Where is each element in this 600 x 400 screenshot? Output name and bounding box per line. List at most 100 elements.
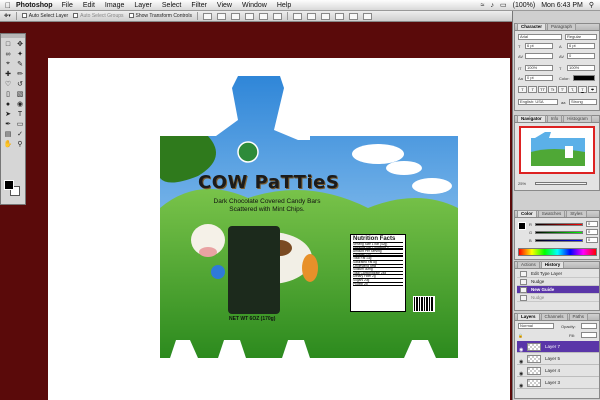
type-tool-icon[interactable]: T	[14, 109, 26, 119]
foreground-color-swatch[interactable]	[4, 180, 14, 190]
spotlight-icon[interactable]: ⚲	[589, 1, 594, 9]
underline-button[interactable]: T	[578, 86, 587, 93]
clone-stamp-tool-icon[interactable]: ♡	[2, 79, 14, 89]
antialias-select[interactable]: Strong	[569, 99, 597, 105]
language-select[interactable]: English: USA	[518, 99, 558, 105]
tab-swatches[interactable]: Swatches	[537, 210, 566, 217]
align-left-button[interactable]	[244, 12, 254, 20]
tab-paragraph[interactable]: Paragraph	[547, 23, 577, 30]
subscript-button[interactable]: T,	[568, 86, 577, 93]
pen-tool-icon[interactable]: ✒	[2, 119, 14, 129]
menu-view[interactable]: View	[217, 2, 232, 9]
opacity-field[interactable]	[581, 323, 597, 329]
distribute-bottom-button[interactable]	[320, 12, 330, 20]
history-item-selected[interactable]: New Guide	[517, 286, 599, 294]
distribute-middle-button[interactable]	[306, 12, 316, 20]
green-slider[interactable]	[535, 231, 583, 234]
move-tool-icon[interactable]: ✥	[14, 39, 26, 49]
align-right-button[interactable]	[272, 12, 282, 20]
magic-wand-tool-icon[interactable]: ✦	[14, 49, 26, 59]
kerning-field[interactable]	[525, 53, 553, 59]
tab-navigator[interactable]: Navigator	[517, 115, 546, 122]
tab-history[interactable]: History	[540, 261, 565, 268]
history-brush-tool-icon[interactable]: ↺	[14, 79, 26, 89]
tab-color[interactable]: Color	[517, 210, 537, 217]
slice-tool-icon[interactable]: ✎	[14, 59, 26, 69]
move-tool-preset-icon[interactable]: ✥▾	[4, 13, 11, 19]
baseline-shift-field[interactable]: 0 pt	[525, 75, 553, 81]
crop-tool-icon[interactable]: ⌖	[2, 59, 14, 69]
leading-field[interactable]: 6 pt	[567, 43, 595, 49]
layer-row[interactable]: ◉ Layer 3	[517, 377, 599, 389]
eyedropper-tool-icon[interactable]: ✓	[14, 129, 26, 139]
layer-row[interactable]: ◉ Layer 4	[517, 365, 599, 377]
layer-row-selected[interactable]: ◉ Layer 7	[517, 341, 599, 353]
menu-help[interactable]: Help	[277, 2, 291, 9]
blue-value-field[interactable]: 0	[586, 237, 598, 243]
faux-bold-button[interactable]: T	[518, 86, 527, 93]
green-value-field[interactable]: 0	[586, 229, 598, 235]
menu-layer[interactable]: Layer	[134, 2, 152, 9]
history-item[interactable]: Nudge	[517, 294, 599, 302]
blend-mode-select[interactable]: Normal	[518, 323, 554, 329]
notes-tool-icon[interactable]: ▤	[2, 129, 14, 139]
clock[interactable]: Mon 6:43 PM	[541, 2, 583, 9]
history-item[interactable]: Nudge	[517, 278, 599, 286]
font-family-select[interactable]: Arial	[518, 34, 562, 40]
shape-tool-icon[interactable]: ▭	[14, 119, 26, 129]
align-center-button[interactable]	[258, 12, 268, 20]
distribute-left-button[interactable]	[334, 12, 344, 20]
menu-select[interactable]: Select	[162, 2, 181, 9]
brush-tool-icon[interactable]: ✏	[14, 69, 26, 79]
small-caps-button[interactable]: Tt	[548, 86, 557, 93]
all-caps-button[interactable]: TT	[538, 86, 547, 93]
distribute-top-button[interactable]	[292, 12, 302, 20]
horizontal-scale-field[interactable]: 100%	[567, 65, 595, 71]
tab-histogram[interactable]: Histogram	[563, 115, 592, 122]
font-size-field[interactable]: 6 pt	[525, 43, 553, 49]
distribute-center-button[interactable]	[348, 12, 358, 20]
menu-filter[interactable]: Filter	[191, 2, 207, 9]
apple-menu-icon[interactable]: 	[0, 1, 16, 10]
menu-window[interactable]: Window	[242, 2, 267, 9]
app-menu[interactable]: Photoshop	[16, 2, 53, 9]
text-color-swatch[interactable]	[573, 75, 595, 81]
superscript-button[interactable]: T'	[558, 86, 567, 93]
dodge-tool-icon[interactable]: ◉	[14, 99, 26, 109]
faux-italic-button[interactable]: T	[528, 86, 537, 93]
align-middle-button[interactable]	[216, 12, 226, 20]
lasso-tool-icon[interactable]: ∞	[2, 49, 14, 59]
blur-tool-icon[interactable]: ●	[2, 99, 14, 109]
zoom-tool-icon[interactable]: ⚲	[14, 139, 26, 149]
align-top-button[interactable]	[202, 12, 212, 20]
tab-character[interactable]: Character	[517, 23, 547, 30]
menu-edit[interactable]: Edit	[83, 2, 95, 9]
align-bottom-button[interactable]	[230, 12, 240, 20]
healing-brush-tool-icon[interactable]: ✚	[2, 69, 14, 79]
tab-styles[interactable]: Styles	[566, 210, 587, 217]
auto-select-layer-checkbox[interactable]: Auto Select Layer	[21, 13, 68, 19]
menu-image[interactable]: Image	[105, 2, 124, 9]
auto-select-groups-checkbox[interactable]: Auto Select Groups	[73, 13, 124, 19]
tab-actions[interactable]: Actions	[517, 261, 540, 268]
strikethrough-button[interactable]: T	[588, 86, 597, 93]
tab-layers[interactable]: Layers	[517, 313, 540, 320]
show-transform-controls-checkbox[interactable]: Show Transform Controls	[128, 13, 192, 19]
blue-slider[interactable]	[535, 239, 583, 242]
wifi-icon[interactable]: ≈	[481, 2, 485, 9]
volume-icon[interactable]: ♪	[491, 2, 495, 9]
font-style-select[interactable]: Regular	[565, 34, 597, 40]
fill-field[interactable]	[581, 332, 597, 338]
battery-icon[interactable]: ▭	[500, 1, 507, 9]
color-panel-foreground[interactable]	[518, 222, 526, 230]
eraser-tool-icon[interactable]: ▯	[2, 89, 14, 99]
tab-info[interactable]: Info	[546, 115, 563, 122]
path-selection-tool-icon[interactable]: ➤	[2, 109, 14, 119]
visibility-eye-icon[interactable]: ◉	[519, 380, 523, 392]
layer-row[interactable]: ◉ Layer 5	[517, 353, 599, 365]
document-canvas[interactable]: COW PaTTieS Dark Chocolate Covered Candy…	[48, 58, 510, 400]
hand-tool-icon[interactable]: ✋	[2, 139, 14, 149]
red-slider[interactable]	[535, 223, 583, 226]
color-spectrum-bar[interactable]	[518, 248, 597, 256]
tab-paths[interactable]: Paths	[568, 313, 589, 320]
